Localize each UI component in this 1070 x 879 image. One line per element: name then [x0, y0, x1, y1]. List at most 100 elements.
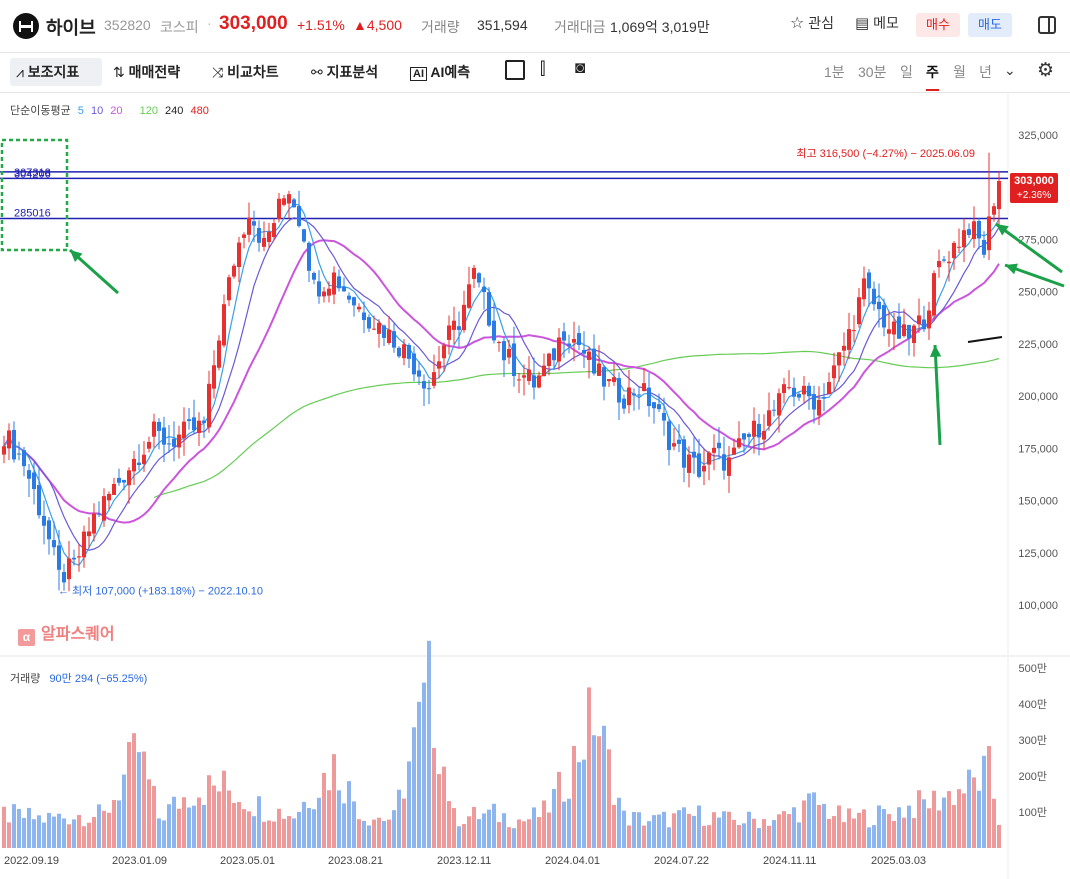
volume-bar — [902, 817, 906, 848]
candle-body — [817, 399, 821, 416]
candle-body — [97, 513, 101, 515]
volume-bar — [202, 804, 206, 848]
candle-body — [432, 372, 436, 386]
volume-bar — [342, 803, 346, 848]
volume-bar — [277, 808, 281, 848]
volume-bar — [987, 746, 991, 848]
candle-body — [677, 439, 681, 444]
candle-body — [412, 353, 416, 375]
volume-bar — [737, 825, 741, 848]
candle-body — [427, 388, 431, 390]
candle-body — [147, 441, 151, 449]
volume-bar — [907, 805, 911, 848]
volume-bar — [347, 781, 351, 848]
candle-body — [202, 420, 206, 423]
volume-bar — [767, 825, 771, 848]
volume-bar — [227, 790, 231, 848]
volume-tick-label: 400만 — [1019, 698, 1047, 711]
candle-body — [452, 320, 456, 330]
candle-body — [257, 227, 261, 243]
candle-body — [72, 557, 76, 560]
price-tick-label: 100,000 — [1018, 600, 1058, 612]
candle-body — [957, 246, 961, 248]
volume-bar — [387, 819, 391, 848]
candle-body — [567, 343, 571, 346]
candle-body — [707, 452, 711, 465]
candle-body — [387, 329, 391, 344]
volume-bar — [82, 826, 86, 848]
volume-bar — [597, 736, 601, 848]
volume-bar — [312, 809, 316, 848]
candle-body — [152, 421, 156, 437]
volume-bar — [842, 822, 846, 848]
candle-body — [212, 365, 216, 389]
candle-body — [482, 286, 486, 293]
candle-body — [617, 378, 621, 403]
candle-body — [322, 291, 326, 297]
candle-body — [497, 342, 501, 344]
volume-bar — [727, 811, 731, 848]
candle-body — [727, 457, 731, 476]
volume-bar — [327, 790, 331, 848]
volume-bar — [272, 821, 276, 848]
volume-bar — [922, 799, 926, 848]
volume-bar — [337, 790, 341, 848]
candle-body — [487, 292, 491, 326]
volume-bar — [452, 808, 456, 848]
drawn-trend-line — [967, 336, 1003, 343]
volume-bar — [537, 817, 541, 848]
candle-body — [862, 278, 866, 300]
volume-bar — [247, 811, 251, 848]
volume-bar — [112, 800, 116, 848]
candle-body — [587, 351, 591, 361]
volume-bar — [472, 806, 476, 848]
date-tick-label: 2023.01.09 — [112, 855, 167, 867]
candle-body — [102, 496, 106, 521]
candle-body — [207, 383, 211, 428]
volume-bar — [807, 793, 811, 848]
volume-bar — [297, 811, 301, 848]
candle-body — [572, 339, 576, 343]
volume-bar — [97, 804, 101, 848]
candle-body — [77, 556, 81, 558]
volume-bar — [232, 802, 236, 848]
volume-bar — [967, 769, 971, 848]
annotation-arrowhead — [929, 345, 942, 357]
annotation-arrow — [933, 344, 942, 446]
candle-body — [312, 272, 316, 280]
volume-bar — [837, 805, 841, 848]
candle-body — [437, 361, 441, 369]
volume-bar — [57, 813, 61, 848]
candle-body — [232, 265, 236, 277]
candle-body — [867, 272, 871, 289]
volume-bar — [497, 822, 501, 848]
volume-bar — [712, 812, 716, 848]
volume-bar — [707, 825, 711, 848]
date-tick-label: 2022.09.19 — [4, 855, 59, 867]
price-chart[interactable]: 325,000300,000275,000250,000225,000200,0… — [0, 0, 1070, 879]
volume-bar — [37, 815, 41, 848]
volume-bar — [642, 825, 646, 848]
date-tick-label: 2023.08.21 — [328, 855, 383, 867]
volume-bar — [362, 820, 366, 848]
candle-body — [187, 419, 191, 422]
volume-tick-label: 200만 — [1019, 770, 1047, 783]
volume-bar — [47, 812, 51, 848]
volume-bar — [467, 816, 471, 848]
candle-body — [162, 427, 166, 445]
horizontal-level-label: 304206 — [14, 168, 51, 180]
annotation-dashed-box — [0, 138, 69, 252]
volume-bar — [167, 804, 171, 848]
candle-body — [537, 375, 541, 388]
volume-bar — [427, 640, 431, 848]
candle-body — [132, 458, 136, 472]
candle-body — [917, 315, 921, 325]
volume-bar — [392, 810, 396, 848]
candle-body — [477, 273, 481, 283]
volume-bar — [627, 825, 631, 848]
volume-bar — [257, 796, 261, 848]
volume-tick-label: 500만 — [1019, 662, 1047, 675]
volume-bar — [302, 801, 306, 848]
candle-body — [877, 301, 881, 310]
candle-body — [227, 277, 231, 301]
